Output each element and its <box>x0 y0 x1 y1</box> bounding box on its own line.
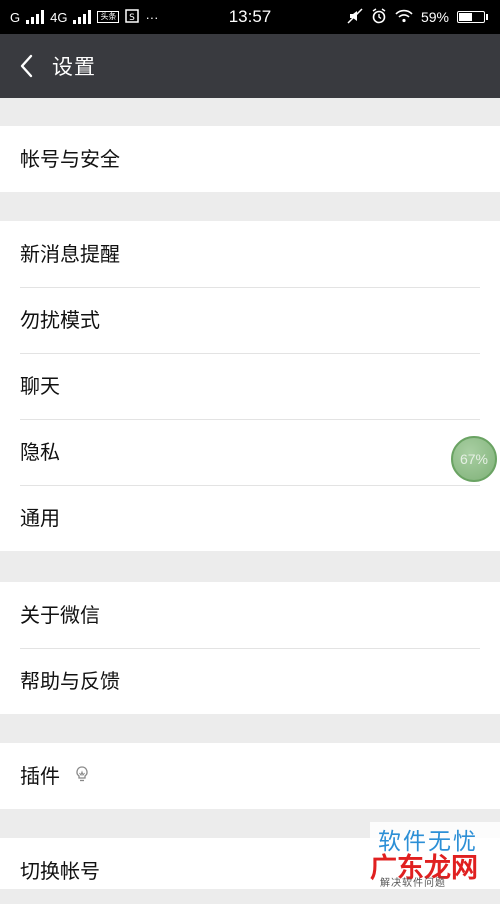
settings-item-chats[interactable]: 聊天 <box>0 353 500 419</box>
settings-item-label: 插件 <box>20 764 60 788</box>
settings-item-help-feedback[interactable]: 帮助与反馈 <box>0 648 500 714</box>
settings-item-label: 切换帐号 <box>20 859 100 883</box>
settings-group-plugins: 插件 <box>0 743 500 809</box>
status-bar: G 4G 头条 S ··· 13:57 59% <box>0 0 500 34</box>
settings-item-label: 新消息提醒 <box>20 242 120 266</box>
settings-group-general: 新消息提醒 勿扰模式 聊天 隐私 通用 <box>0 221 500 551</box>
battery-icon <box>457 11 488 23</box>
chevron-left-icon <box>20 54 33 78</box>
floating-speed-ball[interactable]: 67% <box>451 436 497 482</box>
mute-icon <box>347 7 363 27</box>
settings-item-general[interactable]: 通用 <box>0 485 500 551</box>
settings-item-account-security[interactable]: 帐号与安全 <box>0 126 500 192</box>
settings-item-label: 聊天 <box>20 374 60 398</box>
settings-group-account: 帐号与安全 <box>0 126 500 192</box>
settings-item-plugins[interactable]: 插件 <box>0 743 500 809</box>
wifi-icon <box>395 9 413 26</box>
settings-item-label: 关于微信 <box>20 603 100 627</box>
page-title: 设置 <box>52 55 96 79</box>
settings-item-do-not-disturb[interactable]: 勿扰模式 <box>0 287 500 353</box>
settings-item-about-wechat[interactable]: 关于微信 <box>0 582 500 648</box>
settings-item-new-message-alerts[interactable]: 新消息提醒 <box>0 221 500 287</box>
lightbulb-icon <box>74 743 90 809</box>
settings-item-privacy[interactable]: 隐私 <box>0 419 500 485</box>
settings-item-label: 隐私 <box>20 440 60 464</box>
battery-percent: 59% <box>420 9 449 25</box>
alarm-icon <box>371 7 387 27</box>
watermark-sub: 解决软件问题 <box>380 878 446 889</box>
settings-item-label: 帮助与反馈 <box>20 669 120 693</box>
settings-group-about: 关于微信 帮助与反馈 <box>0 582 500 714</box>
back-button[interactable] <box>0 34 52 98</box>
settings-item-label: 勿扰模式 <box>20 308 100 332</box>
title-bar: 设置 <box>0 34 500 98</box>
settings-item-label: 帐号与安全 <box>20 147 120 171</box>
settings-item-label: 通用 <box>20 506 60 530</box>
watermark-logo: 软件无忧 广东龙网 解决软件问题 <box>370 822 500 889</box>
status-right: 59% <box>347 0 488 34</box>
